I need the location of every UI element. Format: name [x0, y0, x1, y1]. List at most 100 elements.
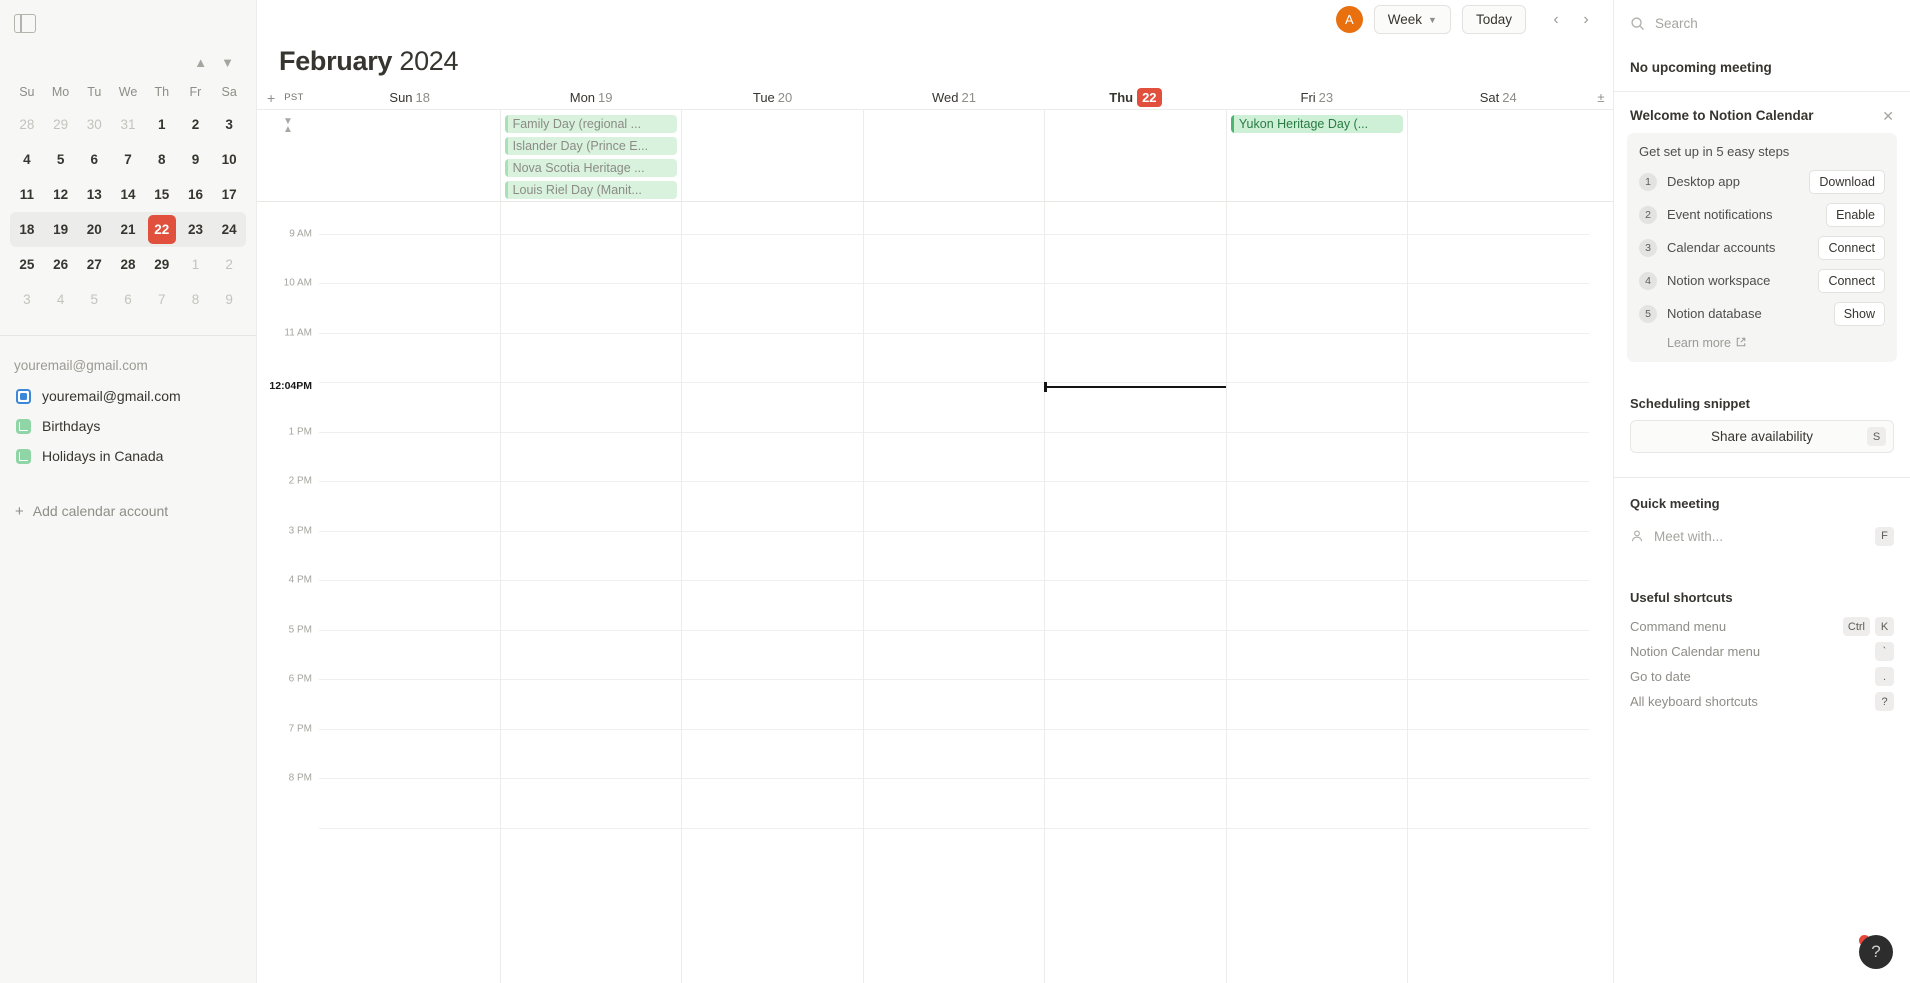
mini-calendar-day[interactable]: 28 [111, 247, 145, 282]
all-day-column[interactable] [1044, 109, 1226, 201]
mini-calendar-day[interactable]: 31 [111, 107, 145, 142]
step-action-button[interactable]: Download [1809, 169, 1885, 194]
all-day-event-chip[interactable]: Nova Scotia Heritage ... [504, 158, 678, 177]
mini-calendar-day[interactable]: 25 [10, 247, 44, 282]
plus-icon[interactable]: + [267, 90, 275, 106]
mini-calendar-today[interactable]: 22 [145, 212, 179, 247]
mini-calendar-day[interactable]: 16 [179, 177, 213, 212]
chevron-up-icon[interactable]: ▲ [194, 56, 207, 69]
mini-calendar-day[interactable]: 19 [44, 212, 78, 247]
all-day-column[interactable] [862, 109, 1045, 201]
sidebar-toggle-icon[interactable] [14, 13, 36, 33]
mini-calendar-day[interactable]: 2 [212, 247, 246, 282]
all-day-event-chip[interactable]: Yukon Heritage Day (... [1230, 114, 1404, 133]
calendar-checkbox[interactable] [16, 388, 31, 404]
mini-calendar-day[interactable]: 8 [145, 142, 179, 177]
view-selector-button[interactable]: Week ▼ [1373, 5, 1451, 35]
mini-calendar-day[interactable]: 6 [111, 282, 145, 317]
shortcut-row[interactable]: Command menu Ctrl K [1630, 614, 1894, 639]
mini-calendar-day[interactable]: 14 [111, 177, 145, 212]
chevron-down-icon[interactable]: ▼ [221, 56, 234, 69]
mini-calendar-day[interactable]: 20 [77, 212, 111, 247]
mini-calendar-day[interactable]: 4 [44, 282, 78, 317]
mini-calendar-day[interactable]: 7 [111, 142, 145, 177]
mini-calendar-day[interactable]: 29 [145, 247, 179, 282]
calendar-list-item[interactable]: Birthdays [0, 411, 256, 441]
day-header[interactable]: Sat 24 [1408, 90, 1589, 105]
day-column[interactable] [1407, 201, 1590, 983]
mini-calendar-day[interactable]: 4 [10, 142, 44, 177]
mini-calendar-day[interactable]: 3 [10, 282, 44, 317]
search-input[interactable]: Search [1614, 0, 1910, 46]
mini-calendar-day[interactable]: 9 [212, 282, 246, 317]
time-grid[interactable]: 9 AM 10 AM 11 AM 1 PM 2 PM 3 PM 4 PM 5 PM 6 PM 7 … [257, 201, 1613, 983]
today-button[interactable]: Today [1461, 5, 1526, 35]
calendar-list-item[interactable]: Holidays in Canada [0, 441, 256, 471]
step-action-button[interactable]: Show [1833, 301, 1885, 326]
shortcut-row[interactable]: Go to date. [1630, 664, 1894, 689]
step-action-button[interactable]: Enable [1826, 202, 1885, 227]
mini-calendar-day[interactable]: 29 [44, 107, 78, 142]
shortcut-row[interactable]: All keyboard shortcuts? [1630, 689, 1894, 714]
step-action-button[interactable]: Connect [1818, 235, 1885, 260]
shortcut-row[interactable]: Notion Calendar menu ` [1630, 639, 1894, 664]
mini-calendar-day[interactable]: 30 [77, 107, 111, 142]
day-column[interactable] [681, 201, 863, 983]
mini-calendar-day[interactable]: 5 [44, 142, 78, 177]
chevron-right-icon[interactable]: › [1573, 7, 1599, 33]
day-header[interactable]: Sun 18 [319, 90, 500, 105]
avatar[interactable]: A [1335, 6, 1363, 34]
mini-calendar-day[interactable]: 28 [10, 107, 44, 142]
help-button[interactable]: ? [1859, 935, 1893, 969]
day-header[interactable]: Mon 19 [500, 90, 681, 105]
mini-calendar-day[interactable]: 10 [212, 142, 246, 177]
all-day-column[interactable] [319, 110, 500, 201]
mini-calendar-day[interactable]: 26 [44, 247, 78, 282]
mini-calendar-day[interactable]: 21 [111, 212, 145, 247]
mini-calendar-day[interactable]: 17 [212, 177, 246, 212]
mini-calendar-day[interactable]: 7 [145, 282, 179, 317]
calendar-checkbox[interactable] [16, 448, 31, 464]
all-day-event-chip[interactable]: Louis Riel Day (Manit... [504, 180, 678, 199]
day-header-today[interactable]: Thu 22 [1045, 88, 1226, 108]
mini-calendar-day[interactable]: 1 [145, 107, 179, 142]
step-action-button[interactable]: Connect [1818, 268, 1885, 293]
mini-calendar[interactable]: Su Mo Tu We Th Fr Sa 28 29 30 31 1 2 3 4 5 6 7 8 9 10 11 12 13… [0, 73, 256, 317]
add-calendar-account-button[interactable]: + Add calendar account [0, 491, 256, 519]
mini-calendar-day[interactable]: 2 [179, 107, 213, 142]
close-icon[interactable]: ✕ [1882, 109, 1894, 123]
day-column[interactable] [1225, 201, 1408, 983]
day-column[interactable] [499, 201, 682, 983]
mini-calendar-day[interactable]: 3 [212, 107, 246, 142]
all-day-event-chip[interactable]: Family Day (regional ... [504, 114, 678, 133]
mini-calendar-day[interactable]: 15 [145, 177, 179, 212]
share-availability-button[interactable]: Share availability S [1630, 420, 1894, 453]
day-header[interactable]: Tue 20 [682, 90, 863, 105]
day-column[interactable] [1044, 201, 1226, 983]
all-day-column[interactable]: Family Day (regional ... Islander Day (Pr… [499, 109, 682, 201]
day-column[interactable] [862, 201, 1045, 983]
mini-calendar-day[interactable]: 8 [179, 282, 213, 317]
mini-calendar-day[interactable]: 1 [179, 247, 213, 282]
all-day-column[interactable]: Yukon Heritage Day (... [1225, 109, 1408, 201]
mini-calendar-day[interactable]: 24 [212, 212, 246, 247]
expand-rows-icon[interactable]: ± [1589, 90, 1613, 105]
mini-calendar-day[interactable]: 6 [77, 142, 111, 177]
day-header[interactable]: Wed 21 [863, 90, 1044, 105]
meet-with-input[interactable]: Meet with... F [1630, 520, 1894, 552]
mini-calendar-day[interactable]: 18 [10, 212, 44, 247]
mini-calendar-day[interactable]: 9 [179, 142, 213, 177]
chevron-left-icon[interactable]: ‹ [1543, 7, 1569, 33]
mini-calendar-day[interactable]: 23 [179, 212, 213, 247]
all-day-column[interactable] [681, 109, 863, 201]
day-header[interactable]: Fri 23 [1226, 90, 1407, 105]
all-day-event-chip[interactable]: Islander Day (Prince E... [504, 136, 678, 155]
calendar-list-item[interactable]: youremail@gmail.com [0, 381, 256, 411]
mini-calendar-day[interactable]: 5 [77, 282, 111, 317]
mini-calendar-day[interactable]: 13 [77, 177, 111, 212]
calendar-checkbox[interactable] [16, 418, 31, 434]
collapse-allday-icon[interactable]: ▼ ▲ [283, 116, 293, 201]
mini-calendar-day[interactable]: 27 [77, 247, 111, 282]
all-day-column[interactable] [1407, 109, 1589, 201]
mini-calendar-day[interactable]: 12 [44, 177, 78, 212]
